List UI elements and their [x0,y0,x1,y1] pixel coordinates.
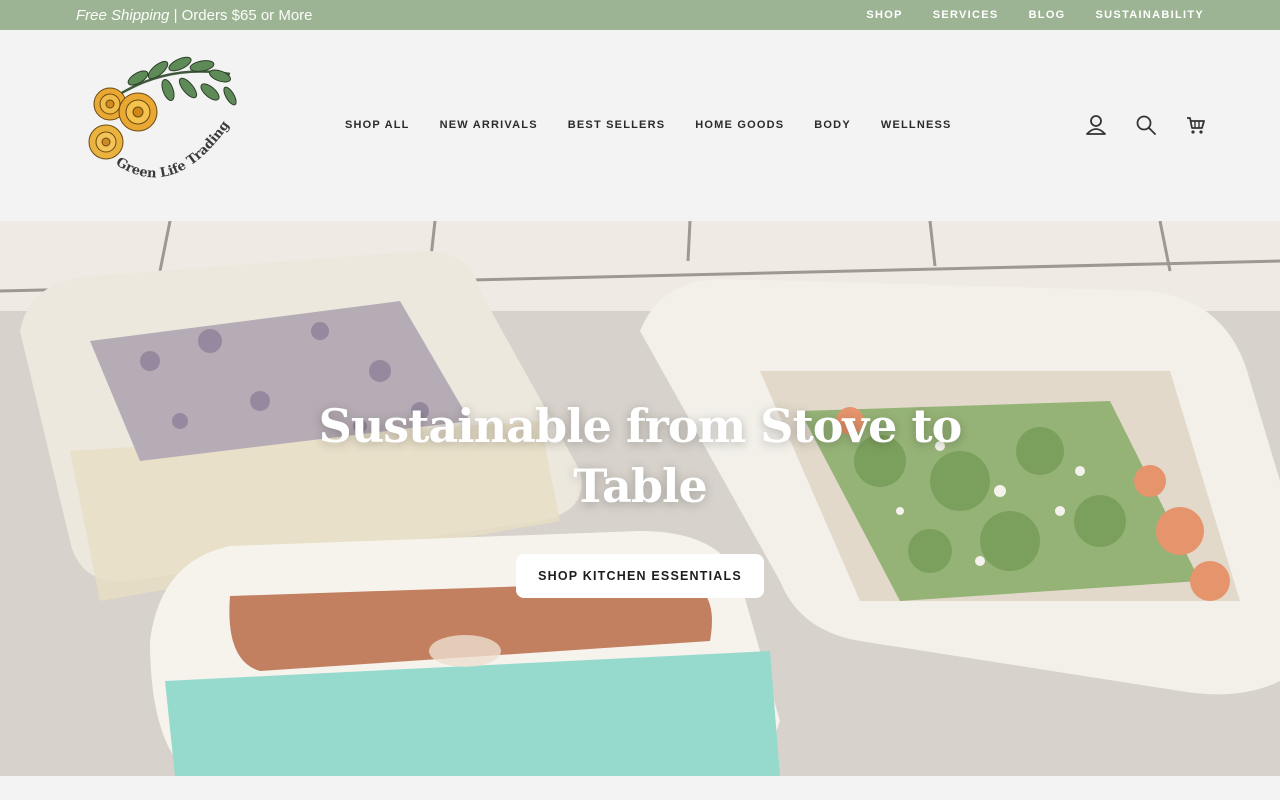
promo-text: | Orders $65 or More [169,6,313,24]
account-icon [1086,115,1106,135]
nav-shop-all[interactable]: SHOP ALL [330,108,425,142]
section-divider [0,776,1280,800]
main-nav: SHOP ALL NEW ARRIVALS BEST SELLERS HOME … [330,108,967,142]
utility-link-sustainability[interactable]: SUSTAINABILITY [1096,9,1204,21]
account-button[interactable] [1076,110,1116,140]
utility-link-shop[interactable]: SHOP [866,9,902,21]
nav-home-goods[interactable]: HOME GOODS [680,108,799,142]
nav-best-sellers[interactable]: BEST SELLERS [553,108,681,142]
cart-icon [1187,117,1205,134]
cart-button[interactable] [1176,110,1216,140]
utility-link-blog[interactable]: BLOG [1029,9,1066,21]
utility-nav: SHOP SERVICES BLOG SUSTAINABILITY [866,9,1204,21]
header-actions [1076,110,1216,140]
nav-wellness[interactable]: WELLNESS [866,108,967,142]
nav-body[interactable]: BODY [799,108,866,142]
hero-title: Sustainable from Stove to Table [318,399,963,513]
announcement-bar: Free Shipping | Orders $65 or More SHOP … [0,0,1280,30]
shop-kitchen-essentials-button[interactable]: SHOP KITCHEN ESSENTIALS [516,554,764,598]
site-header: Green Life Trading Co. SHOP ALL NEW ARRI… [0,30,1280,221]
hero-banner: Sustainable from Stove to Table SHOP KIT… [0,221,1280,776]
brand-logo[interactable]: Green Life Trading Co. [75,43,250,194]
shipping-promo: Free Shipping | Orders $65 or More [76,7,313,24]
search-button[interactable] [1126,110,1166,140]
promo-highlight: Free Shipping [76,6,170,24]
search-icon [1136,115,1156,135]
utility-link-services[interactable]: SERVICES [933,9,999,21]
nav-new-arrivals[interactable]: NEW ARRIVALS [425,108,553,142]
marigold-logo-icon: Green Life Trading Co. [75,43,237,182]
